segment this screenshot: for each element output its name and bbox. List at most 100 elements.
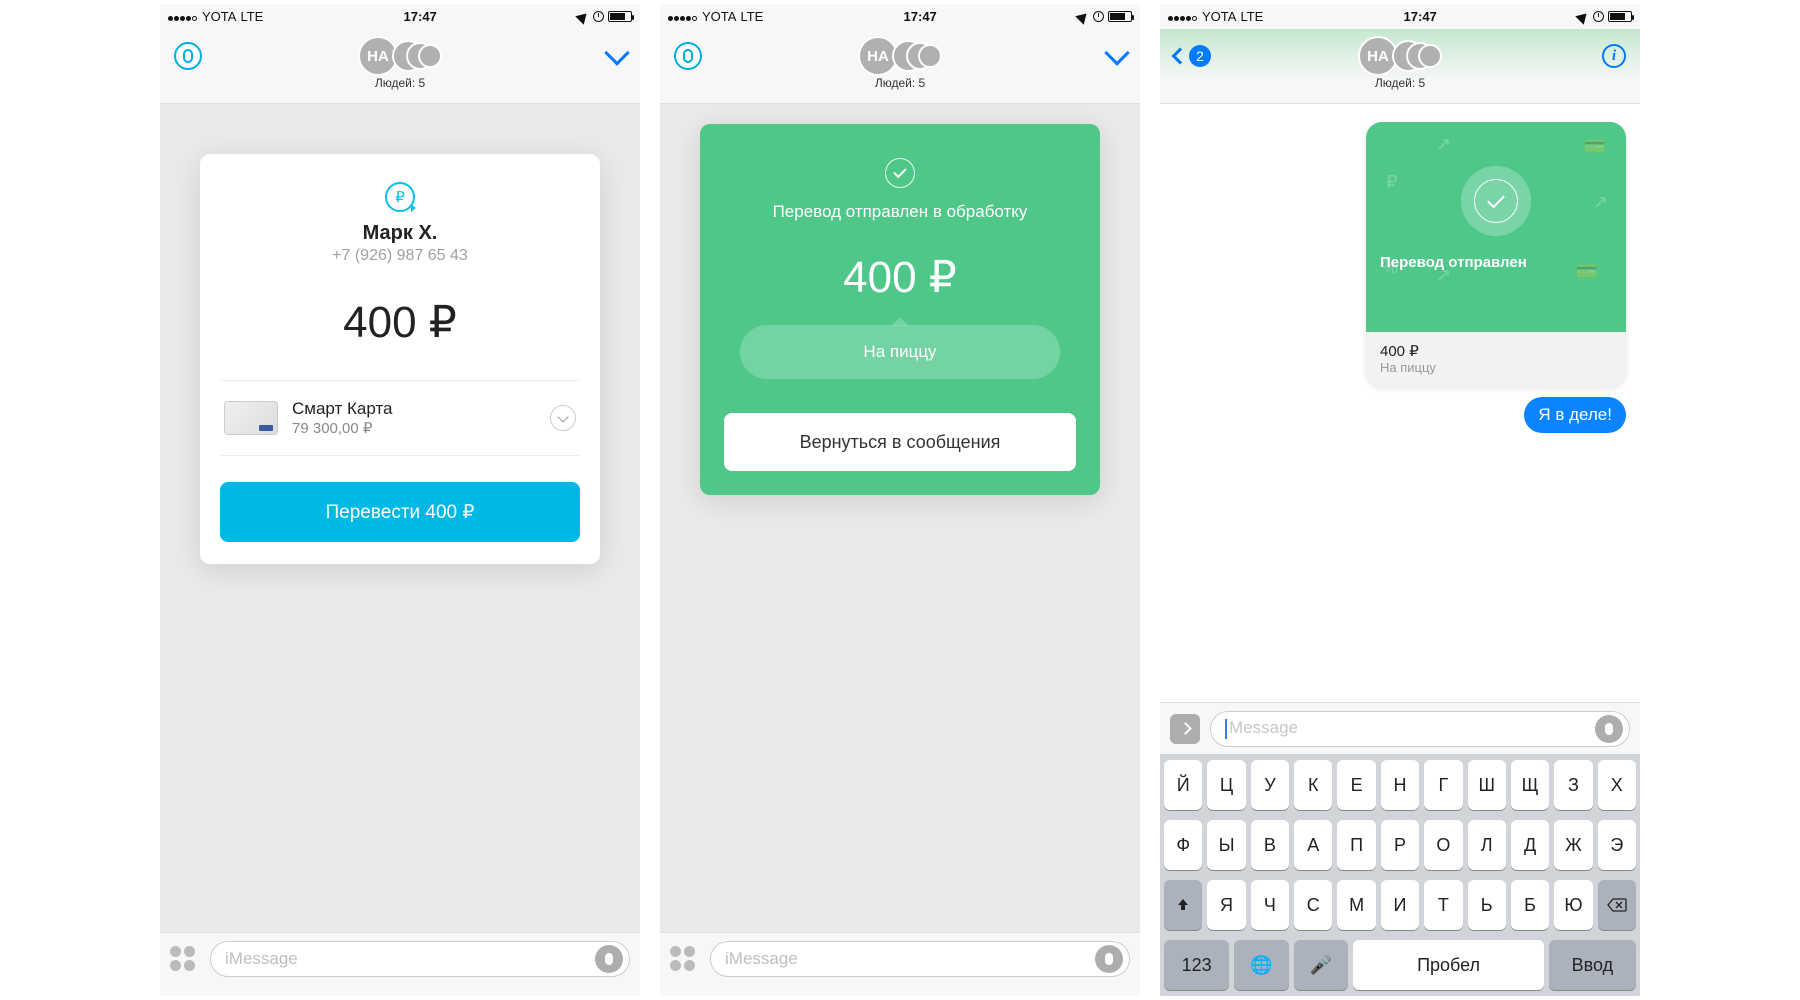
chevron-left-icon (1172, 48, 1189, 65)
key-letter[interactable]: О (1424, 820, 1462, 870)
chevron-down-icon[interactable] (604, 40, 629, 65)
keyboard-row-2: ФЫВАПРОЛДЖЭ (1164, 820, 1636, 870)
key-letter[interactable]: Щ (1511, 760, 1549, 810)
input-placeholder: iMessage (225, 949, 298, 969)
mic-icon[interactable] (595, 945, 623, 973)
key-letter[interactable]: И (1381, 880, 1419, 930)
chevron-down-icon[interactable] (1104, 40, 1129, 65)
key-letter[interactable]: Ф (1164, 820, 1202, 870)
battery-icon (608, 11, 632, 22)
source-card-row[interactable]: Смарт Карта 79 300,00 ₽ (220, 381, 580, 455)
chevron-down-icon[interactable] (550, 405, 576, 431)
key-letter[interactable]: Е (1337, 760, 1375, 810)
transfer-note: На пиццу (740, 325, 1060, 379)
recipient-name: Марк Х. (363, 222, 438, 245)
status-time: 17:47 (404, 9, 437, 24)
key-letter[interactable]: Н (1381, 760, 1419, 810)
keyboard: ЙЦУКЕНГШЩЗХ ФЫВАПРОЛДЖЭ ЯЧСМИТЬБЮ 123 🌐 … (1160, 754, 1640, 996)
key-globe[interactable]: 🌐 (1234, 940, 1288, 990)
keyboard-row-4: 123 🌐 🎤 Пробел Ввод (1164, 940, 1636, 990)
key-letter[interactable]: Д (1511, 820, 1549, 870)
key-letter[interactable]: К (1294, 760, 1332, 810)
key-letter[interactable]: Ш (1468, 760, 1506, 810)
bubble-note: На пиццу (1380, 360, 1612, 375)
key-letter[interactable]: Т (1424, 880, 1462, 930)
key-letter[interactable]: Х (1598, 760, 1636, 810)
key-123[interactable]: 123 (1164, 940, 1229, 990)
success-amount: 400 ₽ (843, 252, 957, 303)
info-icon[interactable]: i (1602, 44, 1626, 68)
nav-bar: НА Людей: 5 (660, 29, 1140, 104)
expand-icon[interactable] (1170, 714, 1200, 744)
alarm-icon (1593, 11, 1604, 22)
key-letter[interactable]: Й (1164, 760, 1202, 810)
avatar-stack[interactable]: НА (858, 34, 942, 78)
key-letter[interactable]: Б (1511, 880, 1549, 930)
message-input[interactable]: iMessage (710, 941, 1130, 977)
key-letter[interactable]: Л (1468, 820, 1506, 870)
key-letter[interactable]: Ь (1468, 880, 1506, 930)
transfer-button[interactable]: Перевести 400 ₽ (220, 482, 580, 542)
key-letter[interactable]: Ч (1251, 880, 1289, 930)
status-bar: YOTA LTE 17:47 (1160, 4, 1640, 29)
key-letter[interactable]: З (1554, 760, 1592, 810)
key-letter[interactable]: Э (1598, 820, 1636, 870)
key-letter[interactable]: Ц (1207, 760, 1245, 810)
mic-icon[interactable] (1095, 945, 1123, 973)
key-space[interactable]: Пробел (1353, 940, 1544, 990)
alarm-icon (1093, 11, 1104, 22)
key-letter[interactable]: Р (1381, 820, 1419, 870)
back-badge: 2 (1189, 45, 1211, 67)
key-letter[interactable]: А (1294, 820, 1332, 870)
message-input[interactable]: Message (1210, 711, 1630, 747)
bubble-amount: 400 ₽ (1380, 342, 1612, 360)
chat-area: 💳 ↗ ₽ % ↗ 💳 ↗ Перевод отправлен 400 ₽ На… (1160, 104, 1640, 702)
phone-screen-2: YOTA LTE 17:47 НА Людей: 5 Перевод отпра… (660, 4, 1140, 996)
status-bar: YOTA LTE 17:47 (660, 4, 1140, 29)
carrier: YOTA (202, 9, 236, 24)
key-enter[interactable]: Ввод (1549, 940, 1636, 990)
nav-bar: 2 НА Людей: 5 i (1160, 29, 1640, 104)
checkmark-icon (885, 158, 915, 188)
app-icon[interactable] (174, 42, 202, 70)
key-letter[interactable]: П (1337, 820, 1375, 870)
back-button[interactable]: 2 (1174, 45, 1211, 67)
apps-icon[interactable] (170, 946, 200, 971)
apps-icon[interactable] (670, 946, 700, 971)
card-balance: 79 300,00 ₽ (292, 419, 550, 437)
transfer-card: ₽ Марк Х. +7 (926) 987 65 43 400 ₽ Смарт… (200, 154, 600, 564)
app-icon[interactable] (674, 42, 702, 70)
success-status: Перевод отправлен в обработку (773, 202, 1028, 222)
location-icon (575, 9, 591, 25)
key-letter[interactable]: В (1251, 820, 1289, 870)
compose-bar: iMessage (660, 932, 1140, 984)
return-button[interactable]: Вернуться в сообщения (724, 413, 1076, 471)
signal-dots (1168, 9, 1198, 24)
key-letter[interactable]: М (1337, 880, 1375, 930)
transfer-amount: 400 ₽ (343, 297, 457, 348)
key-backspace[interactable] (1598, 880, 1636, 930)
key-letter[interactable]: Г (1424, 760, 1462, 810)
status-bar: YOTA LTE 17:47 (160, 4, 640, 29)
key-letter[interactable]: Я (1207, 880, 1245, 930)
signal-dots (168, 9, 198, 24)
key-letter[interactable]: У (1251, 760, 1289, 810)
avatar-stack[interactable]: НА (1358, 34, 1442, 78)
card-name: Смарт Карта (292, 399, 550, 419)
compose-bar: Message (1160, 702, 1640, 754)
key-shift[interactable] (1164, 880, 1202, 930)
network: LTE (240, 9, 263, 24)
keyboard-row-1: ЙЦУКЕНГШЩЗХ (1164, 760, 1636, 810)
phone-screen-3: YOTA LTE 17:47 2 НА Людей: 5 i (1160, 4, 1640, 996)
key-letter[interactable]: Ы (1207, 820, 1245, 870)
avatar-stack[interactable]: НА (358, 34, 442, 78)
recipient-phone: +7 (926) 987 65 43 (332, 247, 468, 265)
key-letter[interactable]: С (1294, 880, 1332, 930)
key-mic[interactable]: 🎤 (1294, 940, 1348, 990)
message-input[interactable]: iMessage (210, 941, 630, 977)
key-letter[interactable]: Ж (1554, 820, 1592, 870)
ruble-send-icon: ₽ (385, 182, 415, 212)
mic-icon[interactable] (1595, 715, 1623, 743)
key-letter[interactable]: Ю (1554, 880, 1592, 930)
transfer-message-card[interactable]: 💳 ↗ ₽ % ↗ 💳 ↗ Перевод отправлен 400 ₽ На… (1366, 122, 1626, 387)
